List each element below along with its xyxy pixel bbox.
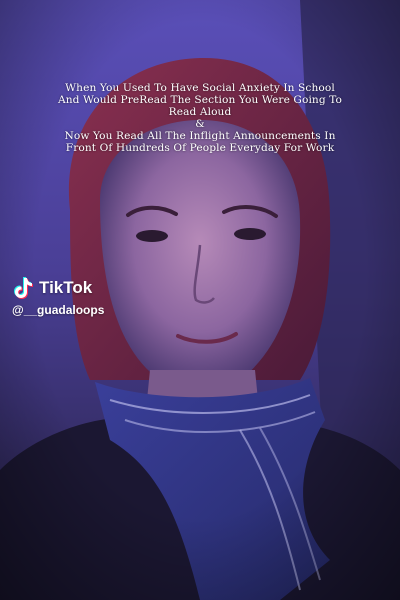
tiktok-brand: TikTok: [39, 278, 93, 297]
tiktok-watermark: TikTok: [12, 276, 92, 300]
tiktok-note-icon: [14, 277, 33, 299]
caption-line: Read Aloud: [168, 106, 232, 118]
caption-line: &: [195, 118, 205, 130]
video-frame: When You Used To Have Social Anxiety In …: [0, 0, 400, 600]
caption-line: Front Of Hundreds Of People Everyday For…: [65, 142, 335, 154]
tiktok-handle: @__guadaloops: [12, 303, 105, 317]
caption-line: And Would PreRead The Section You Were G…: [57, 94, 343, 106]
caption-line: Now You Read All The Inflight Announceme…: [64, 130, 336, 142]
caption-text: When You Used To Have Social Anxiety In …: [20, 82, 380, 154]
caption-line: When You Used To Have Social Anxiety In …: [65, 82, 335, 94]
